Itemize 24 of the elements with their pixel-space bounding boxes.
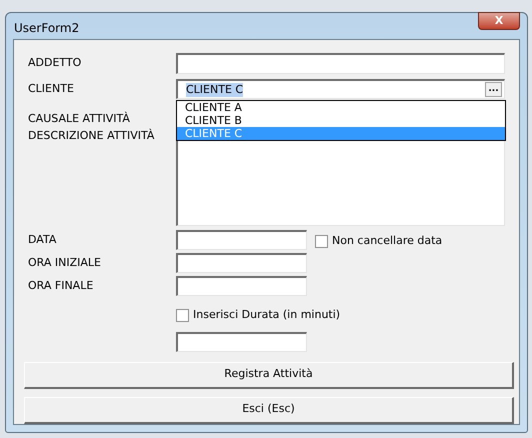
- dropdown-option[interactable]: CLIENTE A: [177, 101, 505, 114]
- checkbox-label: Inserisci Durata (in minuti): [193, 307, 340, 323]
- field-label: CLIENTE: [28, 81, 75, 97]
- text-field[interactable]: [176, 230, 307, 250]
- field-label: CAUSALE ATTIVITÀ: [28, 110, 131, 127]
- text-field[interactable]: [176, 253, 307, 273]
- combo-value: CLIENTE C: [186, 82, 244, 96]
- form-button[interactable]: Esci (Esc): [24, 396, 514, 424]
- dropdown-option[interactable]: CLIENTE B: [177, 114, 505, 127]
- checkbox[interactable]: [315, 234, 328, 248]
- combo-box[interactable]: CLIENTE C ...: [176, 79, 505, 99]
- checkbox-label: Non cancellare data: [332, 233, 442, 249]
- field-label: ORA FINALE: [28, 278, 94, 294]
- duration-field[interactable]: [176, 332, 307, 352]
- field-label: ORA INIZIALE: [28, 255, 102, 271]
- text-field[interactable]: [176, 53, 505, 74]
- browse-button[interactable]: ...: [485, 82, 502, 97]
- text-field[interactable]: [176, 276, 307, 296]
- form-button[interactable]: Registra Attività: [24, 362, 514, 388]
- checkbox[interactable]: [176, 308, 189, 322]
- field-label: DATA: [28, 232, 58, 248]
- field-label: ADDETTO: [28, 55, 82, 71]
- window-title: UserForm2: [14, 20, 80, 37]
- field-label: DESCRIZIONE ATTIVITÀ: [28, 128, 156, 144]
